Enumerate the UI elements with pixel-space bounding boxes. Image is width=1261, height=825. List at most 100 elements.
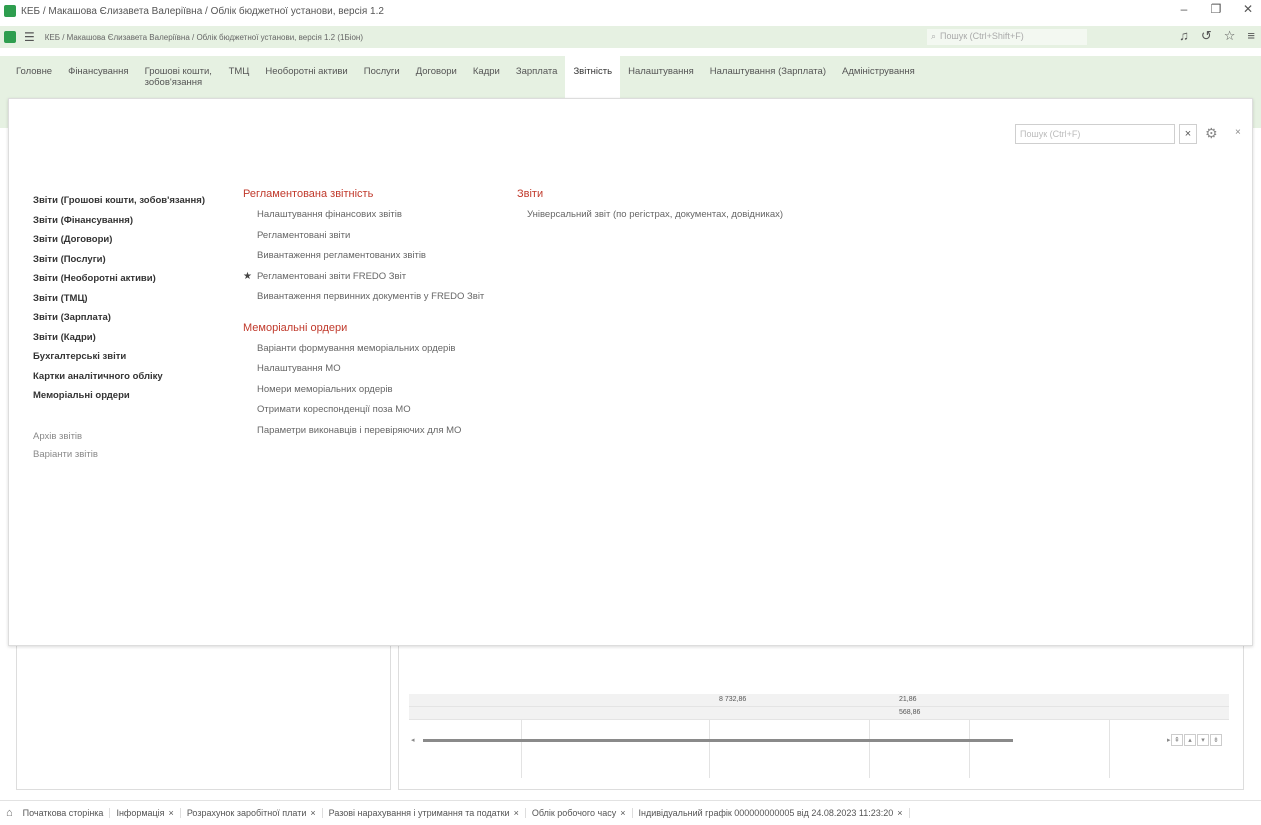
- open-windows-bar: ⌂ Початкова сторінка Інформація × Розраху…: [0, 800, 1261, 825]
- table-nav-buttons: ⇞ ▴ ▾ ⇟: [1171, 734, 1222, 746]
- tab-information[interactable]: Інформація ×: [110, 808, 181, 818]
- panel-search-input[interactable]: Пошук (Ctrl+F): [1015, 124, 1175, 144]
- reports-group: Звіти Універсальний звіт (по регістрах, …: [517, 188, 783, 230]
- table-row[interactable]: 8 732,86 21,86: [409, 694, 1229, 707]
- group-title-reglament: Регламентована звітність: [243, 188, 374, 200]
- nav-reports-contracts[interactable]: Звіти (Договори): [33, 234, 205, 254]
- tab-salary-calculation[interactable]: Розрахунок заробітної плати ×: [181, 808, 323, 818]
- link-financial-report-settings[interactable]: Налаштування фінансових звітів: [243, 209, 484, 230]
- nav-reports-cash[interactable]: Звіти (Грошові кошти, зобов'язання): [33, 195, 205, 215]
- close-window-button[interactable]: ✕: [1241, 2, 1255, 16]
- link-export-primary-fredo[interactable]: Вивантаження первинних документів у FRED…: [243, 291, 484, 312]
- home-icon[interactable]: ⌂: [6, 807, 13, 819]
- global-search-placeholder: Пошук (Ctrl+Shift+F): [940, 31, 1024, 41]
- close-icon[interactable]: ×: [1235, 127, 1241, 138]
- section-tab-admin[interactable]: Адміністрування: [834, 56, 923, 98]
- last-row-icon[interactable]: ⇟: [1210, 734, 1222, 746]
- window-titlebar: КЕБ / Макашова Єлизавета Валеріївна / Об…: [0, 0, 1261, 22]
- section-tab-services[interactable]: Послуги: [356, 56, 408, 98]
- tab-home-page[interactable]: Початкова сторінка: [17, 808, 111, 818]
- clear-search-button[interactable]: ×: [1179, 124, 1197, 144]
- background-window-right: 8 732,86 21,86 568,86 ◂ ▸ ⇞ ▴ ▾ ⇟: [398, 646, 1244, 790]
- close-tab-icon: ×: [513, 808, 519, 818]
- window-controls: – ❐ ✕: [1177, 2, 1255, 16]
- row-down-icon[interactable]: ▾: [1197, 734, 1209, 746]
- gear-icon[interactable]: ⚙: [1205, 125, 1218, 142]
- section-tab-finance[interactable]: Фінансування: [60, 56, 136, 98]
- main-menu-icon[interactable]: ☰: [24, 30, 35, 44]
- link-reglament-reports[interactable]: Регламентовані звіти: [243, 230, 484, 251]
- close-tab-icon: ×: [168, 808, 174, 818]
- section-tab-fixed-assets[interactable]: Необоротні активи: [257, 56, 355, 98]
- minimize-button[interactable]: –: [1177, 2, 1191, 16]
- nav-reports-hr[interactable]: Звіти (Кадри): [33, 332, 205, 352]
- nav-reports-salary[interactable]: Звіти (Зарплата): [33, 312, 205, 332]
- close-tab-icon: ×: [310, 808, 316, 818]
- section-tab-salary[interactable]: Зарплата: [508, 56, 566, 98]
- link-memorial-variants[interactable]: Варіанти формування меморіальних ордерів: [243, 343, 484, 364]
- star-icon[interactable]: ☆: [1224, 28, 1236, 44]
- header-icons: ♫ ↺ ☆ ≡: [1179, 28, 1255, 44]
- first-row-icon[interactable]: ⇞: [1171, 734, 1183, 746]
- close-tab-icon: ×: [897, 808, 903, 818]
- close-tab-icon: ×: [620, 808, 626, 818]
- app-header: ☰ КЕБ / Макашова Єлизавета Валеріївна / …: [0, 26, 1261, 48]
- scroll-left-icon[interactable]: ◂: [411, 736, 415, 744]
- favorite-star-icon[interactable]: ★: [243, 271, 252, 282]
- reglament-group: Регламентована звітність Налаштування фі…: [243, 188, 484, 445]
- section-tab-settings-salary[interactable]: Налаштування (Зарплата): [702, 56, 834, 98]
- scroll-right-icon[interactable]: ▸: [1167, 736, 1171, 744]
- table-row[interactable]: 568,86: [409, 707, 1229, 720]
- maximize-button[interactable]: ❐: [1209, 2, 1223, 16]
- app-logo-icon: [4, 5, 16, 17]
- window-title: КЕБ / Макашова Єлизавета Валеріївна / Об…: [21, 5, 384, 17]
- link-fredo-reports-label: Регламентовані звіти FREDO Звіт: [257, 270, 407, 282]
- section-tab-cash[interactable]: Грошові кошти, зобов'язання: [137, 56, 221, 98]
- nav-reports-services[interactable]: Звіти (Послуги): [33, 254, 205, 274]
- table-cell: 8 732,86: [719, 696, 747, 703]
- history-icon[interactable]: ↺: [1201, 28, 1212, 44]
- link-fredo-reports[interactable]: ★ Регламентовані звіти FREDO Звіт: [243, 271, 484, 292]
- search-icon: ⌕: [931, 31, 937, 41]
- reports-left-nav: Звіти (Грошові кошти, зобов'язання) Звіт…: [33, 195, 205, 467]
- link-correspondence-outside-mo[interactable]: Отримати кореспонденції поза МО: [243, 404, 484, 425]
- group-title-memorial: Меморіальні ордери: [243, 321, 348, 334]
- bell-icon[interactable]: ♫: [1179, 28, 1189, 44]
- tab-work-time[interactable]: Облік робочого часу ×: [526, 808, 633, 818]
- tab-one-time-accruals[interactable]: Разові нарахування і утримання та податк…: [323, 808, 526, 818]
- app-logo-icon: [4, 31, 16, 43]
- group-title-reports: Звіти: [517, 188, 544, 200]
- nav-reports-finance[interactable]: Звіти (Фінансування): [33, 215, 205, 235]
- link-mo-executors[interactable]: Параметри виконавців і перевіряючих для …: [243, 425, 484, 446]
- section-tab-tmc[interactable]: ТМЦ: [221, 56, 258, 98]
- global-search-input[interactable]: ⌕ Пошук (Ctrl+Shift+F): [927, 29, 1087, 45]
- table-cell: 568,86: [899, 709, 921, 716]
- nav-memorial-orders[interactable]: Меморіальні ордери: [33, 390, 205, 410]
- nav-reports-fixed-assets[interactable]: Звіти (Необоротні активи): [33, 273, 205, 293]
- menu-icon[interactable]: ≡: [1247, 28, 1255, 44]
- section-tab-reporting[interactable]: Звітність: [565, 56, 621, 98]
- nav-reports-tmc[interactable]: Звіти (ТМЦ): [33, 293, 205, 313]
- breadcrumb: КЕБ / Макашова Єлизавета Валеріївна / Об…: [44, 32, 364, 42]
- nav-reports-archive[interactable]: Архів звітів: [33, 431, 205, 449]
- section-tab-hr[interactable]: Кадри: [465, 56, 508, 98]
- nav-analytic-cards[interactable]: Картки аналітичного обліку: [33, 371, 205, 391]
- link-mo-settings[interactable]: Налаштування МО: [243, 363, 484, 384]
- section-tab-contracts[interactable]: Договори: [408, 56, 465, 98]
- section-tabs: Головне Фінансування Грошові кошти, зобо…: [0, 56, 1261, 98]
- tab-individual-schedule[interactable]: Індивідуальний графік 000000000005 від 2…: [633, 808, 910, 818]
- row-up-icon[interactable]: ▴: [1184, 734, 1196, 746]
- section-tab-settings[interactable]: Налаштування: [620, 56, 702, 98]
- reporting-panel: Пошук (Ctrl+F) × ⚙ × Звіти (Грошові кошт…: [8, 98, 1253, 646]
- background-window-left: [16, 646, 391, 790]
- link-universal-report[interactable]: Універсальний звіт (по регістрах, докуме…: [517, 209, 783, 230]
- table-cell: 21,86: [899, 696, 917, 703]
- nav-accounting-reports[interactable]: Бухгалтерські звіти: [33, 351, 205, 371]
- link-export-reglament[interactable]: Вивантаження регламентованих звітів: [243, 250, 484, 271]
- link-memorial-numbers[interactable]: Номери меморіальних ордерів: [243, 384, 484, 405]
- nav-report-variants[interactable]: Варіанти звітів: [33, 449, 205, 467]
- section-tab-main[interactable]: Головне: [8, 56, 60, 98]
- horizontal-scrollbar[interactable]: ◂ ▸: [409, 736, 1171, 744]
- background-table: 8 732,86 21,86 568,86: [409, 694, 1229, 778]
- scrollbar-thumb[interactable]: [423, 739, 1013, 742]
